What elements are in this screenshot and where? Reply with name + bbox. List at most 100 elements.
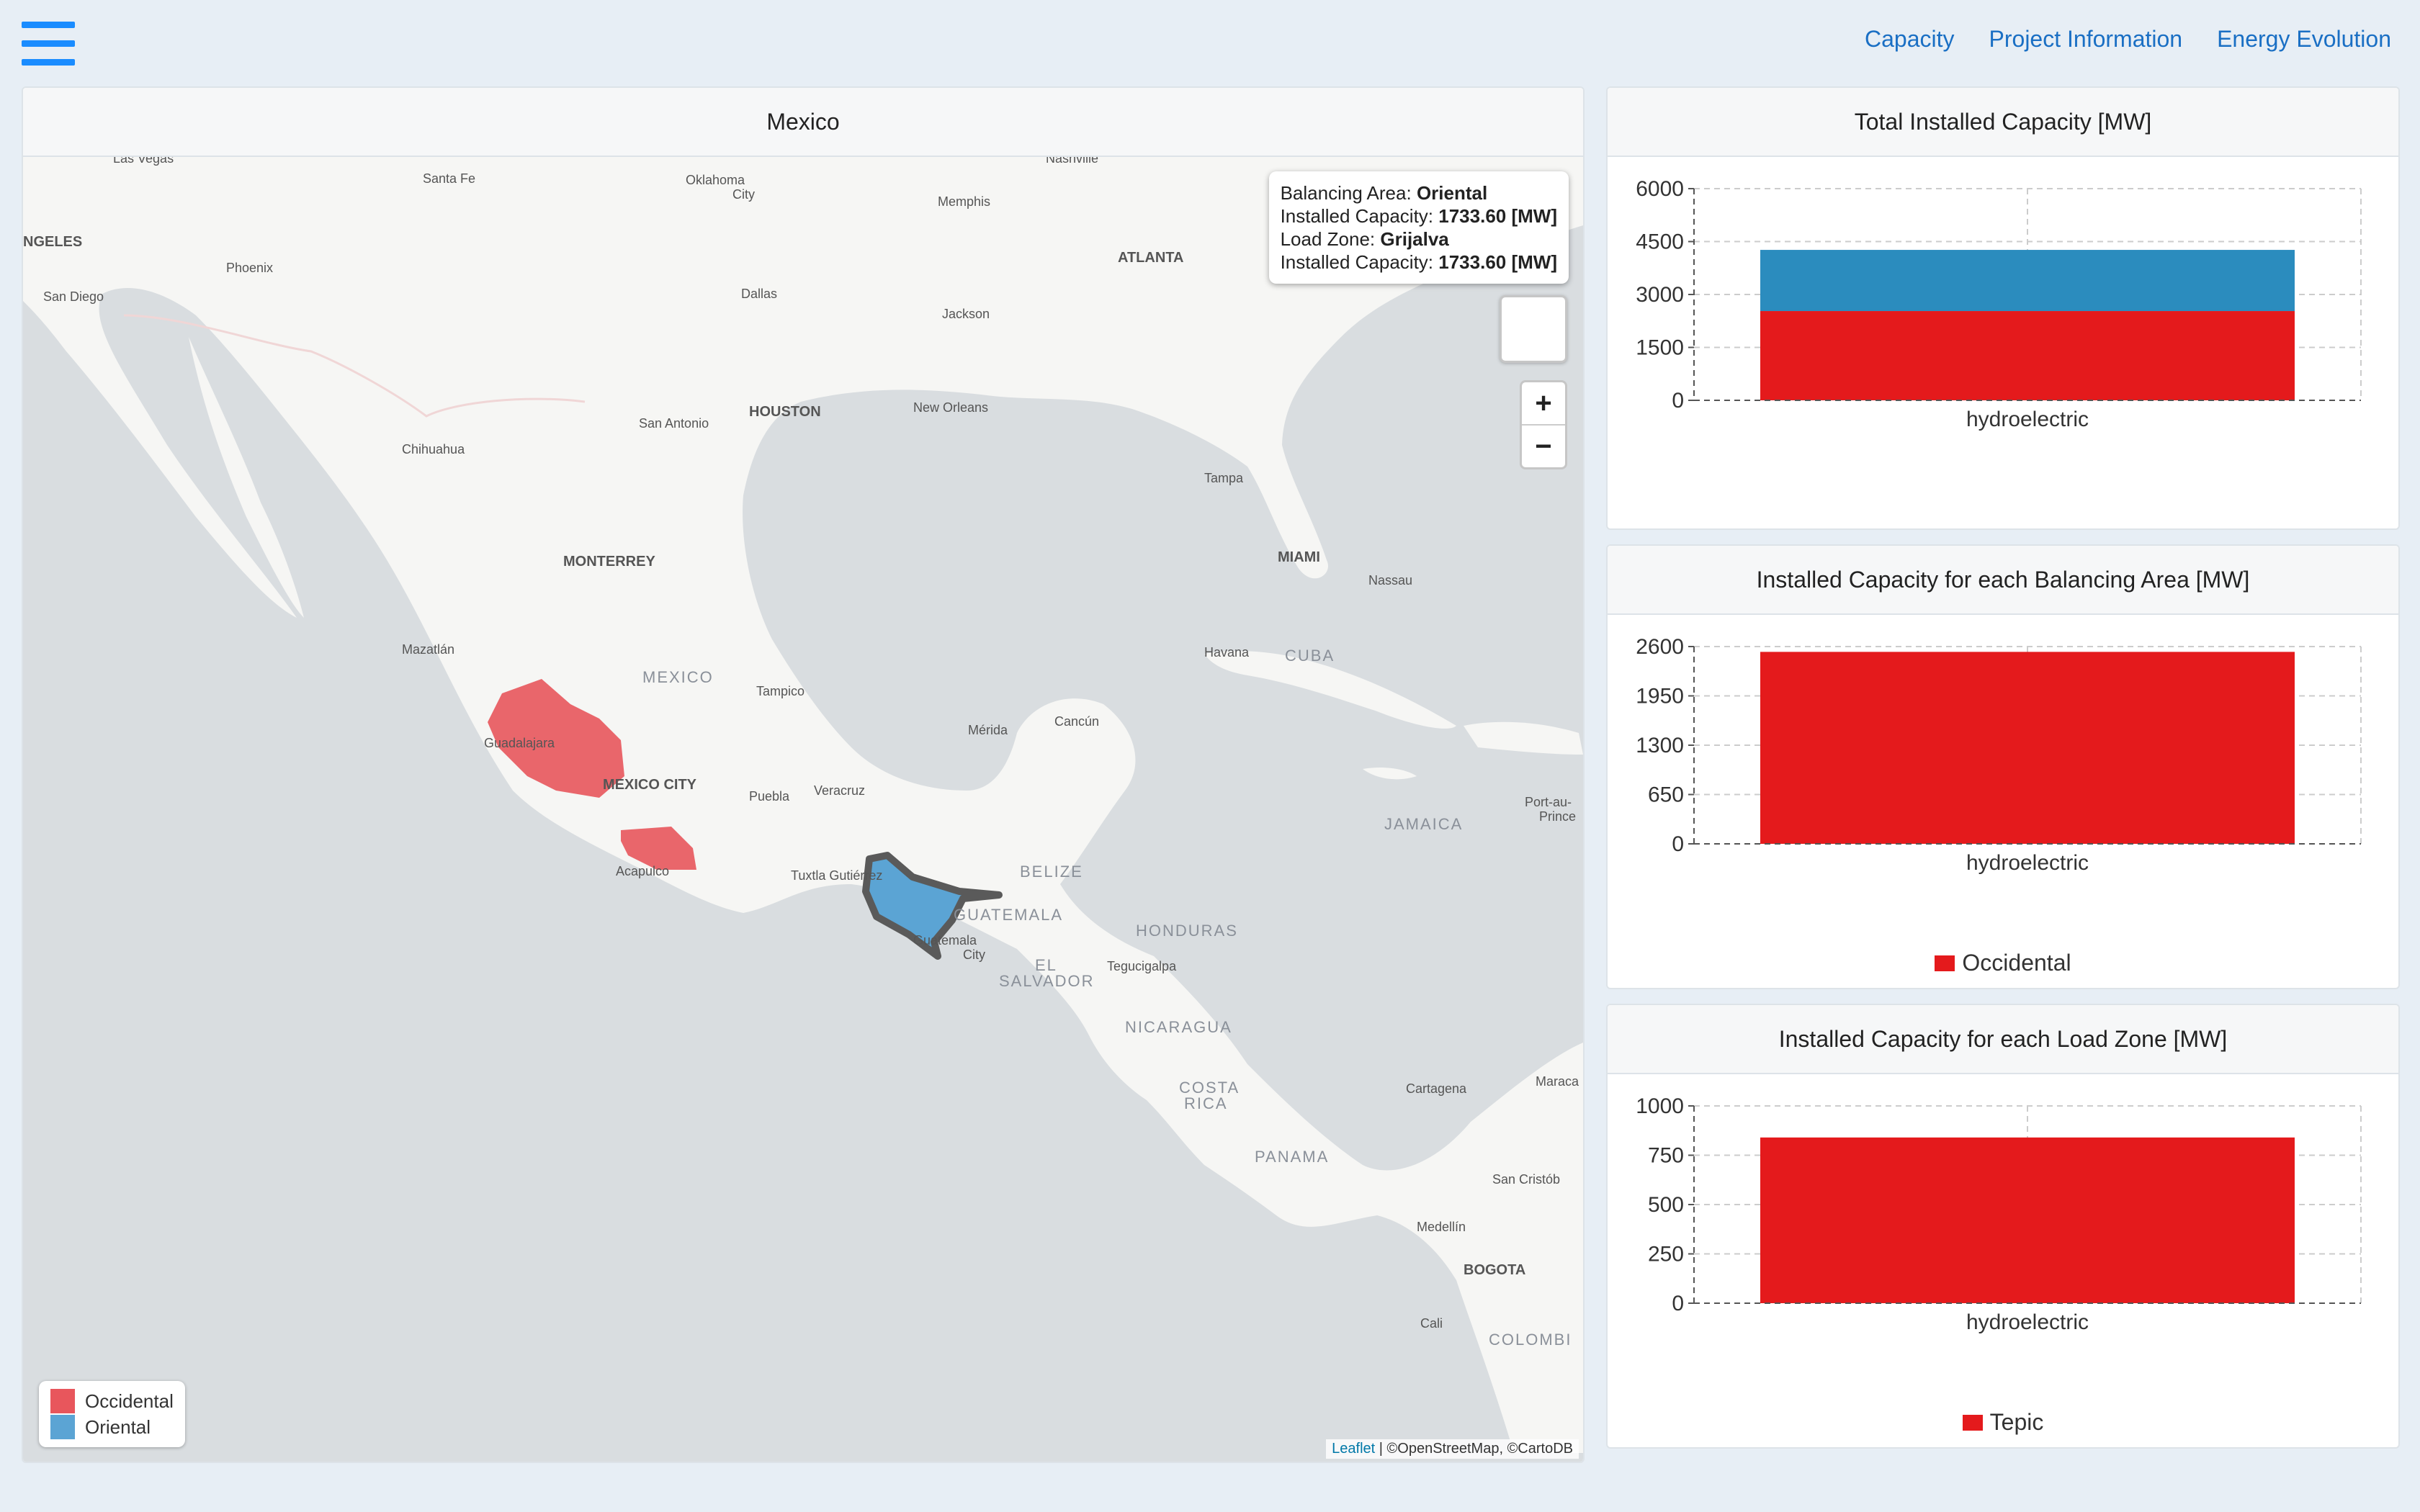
y-tick-label: 500 [1648, 1193, 1684, 1217]
nav-project-information[interactable]: Project Information [1989, 26, 2183, 53]
legend-label[interactable]: Occidental [1962, 950, 2071, 976]
svg-text:COLOMBI: COLOMBI [1489, 1331, 1572, 1349]
svg-text:MEXICO: MEXICO [642, 668, 714, 686]
svg-text:Tuxtla Gutiérrez: Tuxtla Gutiérrez [791, 868, 882, 883]
svg-text:Memphis: Memphis [938, 194, 990, 209]
svg-text:Tampico: Tampico [756, 684, 805, 698]
y-tick-label: 1300 [1636, 734, 1684, 757]
legend-swatch [1962, 1414, 1983, 1431]
bar-2-0[interactable] [1760, 1137, 2295, 1303]
y-tick-label: 750 [1648, 1144, 1684, 1168]
svg-text:Medellín: Medellín [1417, 1220, 1466, 1234]
svg-text:Mérida: Mérida [968, 723, 1008, 737]
svg-text:NGELES: NGELES [23, 234, 82, 250]
svg-text:Cartagena: Cartagena [1406, 1081, 1467, 1096]
chart-total-installed-capacity: 0 1500 3000 4500 6000 hydroelectric [1608, 157, 2398, 528]
svg-text:Port-au-: Port-au- [1525, 795, 1572, 809]
svg-text:Jackson: Jackson [942, 307, 990, 321]
svg-text:New Orleans: New Orleans [913, 400, 988, 415]
svg-text:MONTERREY: MONTERREY [563, 554, 655, 570]
svg-text:HONDURAS: HONDURAS [1136, 922, 1238, 940]
svg-text:San Antonio: San Antonio [639, 416, 709, 431]
legend-item-oriental: Oriental [50, 1414, 174, 1440]
svg-text:BELIZE: BELIZE [1020, 863, 1083, 881]
legend-swatch [50, 1415, 75, 1439]
y-tick-label: 650 [1648, 783, 1684, 807]
chart-svg: 0 250 500 750 1000 hydroelectric [1636, 1094, 2362, 1334]
zoom-control: + − [1520, 380, 1567, 469]
menu-icon[interactable] [22, 22, 76, 66]
svg-text:Veracruz: Veracruz [814, 783, 865, 798]
legend-label[interactable]: Tepic [1990, 1409, 2044, 1436]
svg-text:RICA: RICA [1184, 1094, 1228, 1112]
y-tick-label: 0 [1672, 389, 1684, 413]
layers-control-button[interactable] [1500, 295, 1567, 363]
y-tick-label: 0 [1672, 1292, 1684, 1315]
svg-text:Cancún: Cancún [1054, 714, 1099, 729]
map-panel: Mexico Las Vegas Santa Fe Oklahoma City [22, 86, 1585, 1463]
top-nav: Capacity Project Information Energy Evol… [1865, 26, 2391, 53]
y-tick-label: 3000 [1636, 283, 1684, 307]
nav-energy-evolution[interactable]: Energy Evolution [2217, 26, 2391, 53]
chart-title: Total Installed Capacity [MW] [1608, 88, 2398, 157]
nav-capacity[interactable]: Capacity [1865, 26, 1955, 53]
chart-legend: Tepic [1608, 1409, 2398, 1436]
svg-text:Nashville: Nashville [1046, 157, 1098, 166]
y-tick-label: 2600 [1636, 635, 1684, 659]
bar-0-1[interactable] [1760, 250, 2295, 312]
chart-panel-total: Total Installed Capacity [MW] 0 1500 3000 4… [1606, 86, 2400, 530]
svg-text:Dallas: Dallas [741, 287, 777, 301]
y-tick-label: 4500 [1636, 230, 1684, 254]
svg-text:PANAMA: PANAMA [1255, 1148, 1329, 1166]
svg-text:NICARAGUA: NICARAGUA [1125, 1018, 1232, 1036]
map-legend: Occidental Oriental [39, 1381, 185, 1447]
svg-text:Chihuahua: Chihuahua [402, 442, 465, 456]
y-tick-label: 1500 [1636, 336, 1684, 360]
svg-text:Tegucigalpa: Tegucigalpa [1107, 959, 1177, 973]
svg-text:BOGOTA: BOGOTA [1464, 1262, 1525, 1278]
svg-text:Santa Fe: Santa Fe [423, 171, 475, 186]
svg-text:Guatemala: Guatemala [913, 933, 977, 948]
map-attribution: Leaflet | ©OpenStreetMap, ©CartoDB [1326, 1439, 1579, 1459]
svg-text:Phoenix: Phoenix [226, 261, 273, 275]
svg-text:City: City [732, 187, 755, 202]
map-tiles: Las Vegas Santa Fe Oklahoma City Nashvil… [23, 157, 1583, 1453]
region-tooltip: Balancing Area: Oriental Installed Capac… [1268, 171, 1569, 284]
bar-1-0[interactable] [1760, 652, 2295, 844]
leaflet-link[interactable]: Leaflet [1332, 1441, 1375, 1457]
map-panel-title: Mexico [23, 88, 1583, 157]
chart-title: Installed Capacity for each Load Zone [M… [1608, 1005, 2398, 1074]
svg-text:JAMAICA: JAMAICA [1384, 815, 1463, 833]
svg-text:Acapulco: Acapulco [616, 864, 669, 878]
y-tick-label: 1950 [1636, 685, 1684, 708]
x-tick-label: hydroelectric [1966, 408, 2089, 431]
svg-text:MIAMI: MIAMI [1278, 549, 1320, 565]
chart-legend: Occidental [1608, 950, 2398, 976]
legend-item-occidental: Occidental [50, 1388, 174, 1414]
svg-text:Cali: Cali [1420, 1316, 1443, 1331]
svg-text:San Diego: San Diego [43, 289, 104, 304]
map-canvas[interactable]: Las Vegas Santa Fe Oklahoma City Nashvil… [23, 157, 1583, 1462]
legend-swatch [1935, 955, 1955, 971]
svg-text:Mazatlán: Mazatlán [402, 642, 454, 657]
svg-text:Las Vegas: Las Vegas [113, 157, 174, 166]
svg-text:MEXICO CITY: MEXICO CITY [603, 777, 697, 793]
svg-text:City: City [963, 948, 985, 962]
chart-panel-load-zone: Installed Capacity for each Load Zone [M… [1606, 1004, 2400, 1449]
y-tick-label: 6000 [1636, 177, 1684, 201]
svg-text:ATLANTA: ATLANTA [1118, 250, 1183, 266]
svg-text:HOUSTON: HOUSTON [749, 404, 821, 420]
legend-swatch [50, 1389, 75, 1413]
chart-svg: 0 1500 3000 4500 6000 hydroelectric [1636, 177, 2362, 431]
x-tick-label: hydroelectric [1966, 1310, 2089, 1334]
bar-0-0[interactable] [1760, 311, 2295, 400]
chart-load-zone: 0 250 500 750 1000 hydroelectric Tepic [1608, 1074, 2398, 1447]
zoom-in-button[interactable]: + [1522, 382, 1565, 424]
zoom-out-button[interactable]: − [1522, 424, 1565, 467]
chart-panel-balancing-area: Installed Capacity for each Balancing Ar… [1606, 544, 2400, 989]
y-tick-label: 1000 [1636, 1094, 1684, 1118]
y-tick-label: 250 [1648, 1243, 1684, 1266]
svg-text:Oklahoma: Oklahoma [686, 173, 745, 187]
svg-text:San Cristób: San Cristób [1492, 1172, 1560, 1187]
svg-text:Puebla: Puebla [749, 789, 790, 804]
